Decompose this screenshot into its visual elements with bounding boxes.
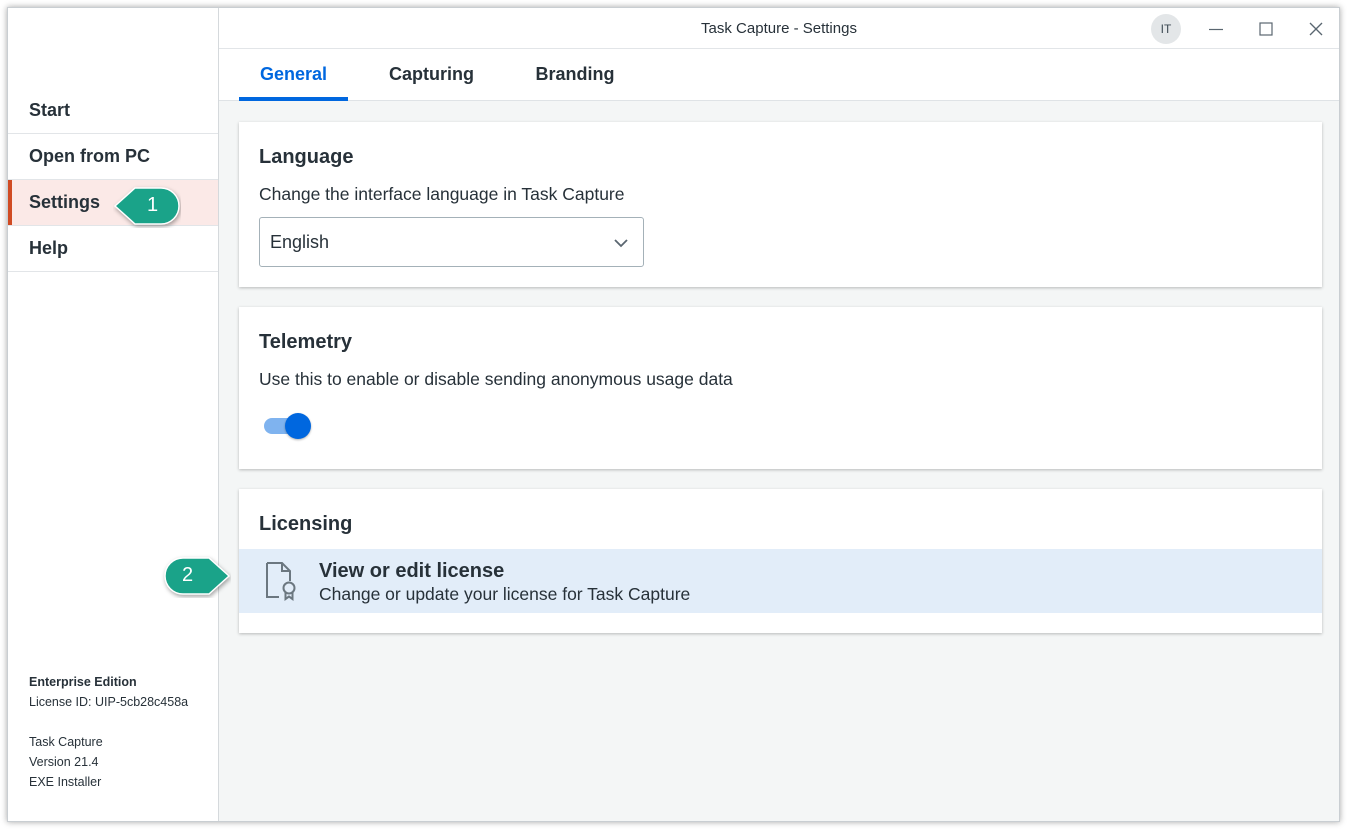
minimize-button[interactable] (1201, 14, 1231, 44)
sidebar-nav: Start Open from PC Settings Help (8, 88, 218, 272)
sidebar-item-label: Start (29, 100, 71, 120)
version-label: Version 21.4 (29, 755, 99, 769)
sidebar-item-start[interactable]: Start (8, 88, 218, 134)
sidebar-item-open-from-pc[interactable]: Open from PC (8, 134, 218, 180)
toggle-thumb (285, 413, 311, 439)
maximize-button[interactable] (1251, 14, 1281, 44)
edition-label: Enterprise Edition (29, 675, 137, 689)
telemetry-toggle[interactable] (264, 413, 311, 439)
licensing-title: Licensing (259, 513, 353, 535)
language-selected-value: English (270, 231, 330, 252)
installer-label: EXE Installer (29, 775, 102, 789)
callout-2: 2 (161, 554, 231, 598)
close-icon (1309, 22, 1323, 36)
minimize-icon (1209, 28, 1223, 31)
sidebar-item-label: Settings (29, 192, 101, 212)
settings-tabs: General Capturing Branding (219, 49, 1339, 101)
license-info: Enterprise Edition License ID: UIP-5cb28… (29, 672, 188, 712)
sidebar-item-label: Open from PC (29, 146, 151, 166)
callout-arrow-right-shape (164, 557, 231, 595)
tab-capturing[interactable]: Capturing (379, 49, 484, 100)
product-name: Task Capture (29, 735, 103, 749)
user-avatar[interactable]: IT (1151, 14, 1181, 44)
title-bar: Task Capture - Settings IT (219, 8, 1339, 49)
language-card: Language Change the interface language i… (239, 122, 1322, 287)
tab-general[interactable]: General (239, 49, 348, 101)
licensing-card: Licensing View or edit license Change or… (239, 489, 1322, 633)
callout-number: 2 (182, 564, 194, 586)
callout-number: 1 (147, 194, 159, 216)
sidebar: Start Open from PC Settings Help Enterpr… (8, 8, 219, 821)
license-item-label: View or edit license (319, 560, 505, 582)
license-document-icon (266, 562, 296, 601)
tab-branding[interactable]: Branding (527, 49, 623, 100)
chevron-down-icon (614, 239, 628, 248)
close-button[interactable] (1301, 14, 1331, 44)
language-select[interactable]: English (259, 217, 644, 267)
maximize-icon (1259, 22, 1273, 36)
language-description: Change the interface language in Task Ca… (259, 184, 625, 204)
callout-1: 1 (113, 184, 181, 228)
sidebar-item-label: Help (29, 238, 69, 258)
telemetry-title: Telemetry (259, 331, 353, 353)
sidebar-item-help[interactable]: Help (8, 226, 218, 272)
telemetry-card: Telemetry Use this to enable or disable … (239, 307, 1322, 469)
view-edit-license-item[interactable]: View or edit license Change or update yo… (239, 549, 1322, 613)
language-title: Language (259, 146, 354, 168)
license-id: License ID: UIP-5cb28c458a (29, 695, 189, 709)
product-info: Task Capture Version 21.4 EXE Installer (29, 732, 103, 792)
telemetry-description: Use this to enable or disable sending an… (259, 369, 733, 389)
license-item-description: Change or update your license for Task C… (319, 584, 691, 604)
app-window: Start Open from PC Settings Help Enterpr… (7, 7, 1340, 822)
